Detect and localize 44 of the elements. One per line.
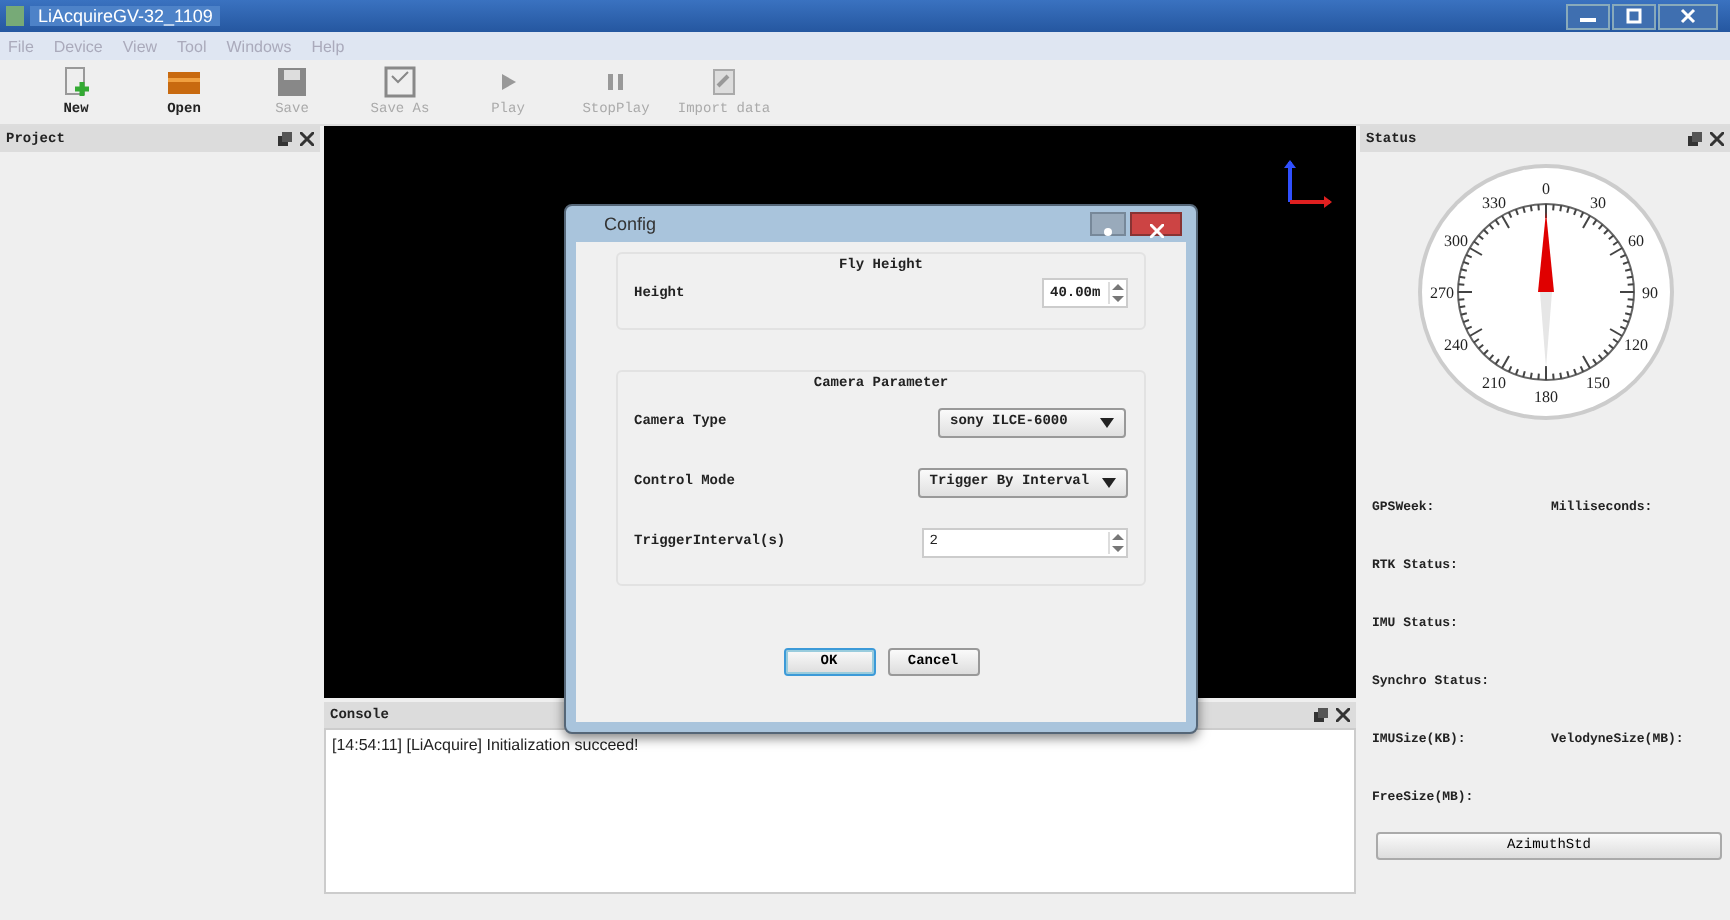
dial-label: 0 <box>1541 180 1549 198</box>
dial-label: 30 <box>1589 193 1605 212</box>
menu-item[interactable]: Help <box>311 37 345 55</box>
dial-label: 300 <box>1442 232 1467 250</box>
minimize-button[interactable] <box>1566 3 1610 29</box>
dial-label: 120 <box>1623 336 1648 354</box>
app-icon <box>6 6 24 26</box>
log-line: [14:54:11] [LiAcquire] Initialization succeed! <box>332 736 641 754</box>
axes-icon <box>1284 158 1336 210</box>
menu-item[interactable]: View <box>122 37 158 55</box>
maximize-icon <box>1626 8 1642 24</box>
close-icon[interactable] <box>1710 132 1724 146</box>
menu-item[interactable]: Device <box>53 37 103 55</box>
close-button[interactable] <box>1658 3 1718 29</box>
dial-label: 240 <box>1442 336 1467 354</box>
dial-label: 210 <box>1481 374 1505 393</box>
help-icon <box>1102 226 1114 238</box>
caret-icon <box>1102 477 1116 487</box>
menu-item[interactable]: File <box>8 37 34 55</box>
window-title: LiAcquireGV-32_1109 <box>30 6 221 26</box>
close-icon <box>1149 224 1163 238</box>
float-icon[interactable] <box>1688 132 1702 146</box>
float-icon[interactable] <box>278 132 292 146</box>
help-button[interactable] <box>1090 212 1126 236</box>
spin-arrows-icon[interactable] <box>1108 531 1126 553</box>
spin-arrows-icon[interactable] <box>1108 282 1126 304</box>
close-icon <box>1680 8 1696 24</box>
dial-label: 180 <box>1533 388 1557 406</box>
dial-label: 60 <box>1627 232 1644 250</box>
dial-label: 90 <box>1641 284 1657 302</box>
dial-label: 270 <box>1429 284 1453 302</box>
caret-icon <box>1100 417 1114 427</box>
close-icon[interactable] <box>300 132 314 146</box>
folder-icon <box>166 66 202 98</box>
dial-label: 150 <box>1585 374 1609 393</box>
maximize-button[interactable] <box>1612 3 1656 29</box>
close-icon[interactable] <box>1336 708 1350 722</box>
menu-item[interactable]: Tool <box>177 37 207 55</box>
close-button[interactable] <box>1130 212 1182 236</box>
menu-item[interactable]: Windows <box>226 37 292 55</box>
save-as-icon <box>382 66 418 98</box>
float-icon[interactable] <box>1314 708 1328 722</box>
dialog-title: Config <box>604 214 657 234</box>
dial-label: 330 <box>1481 193 1505 212</box>
